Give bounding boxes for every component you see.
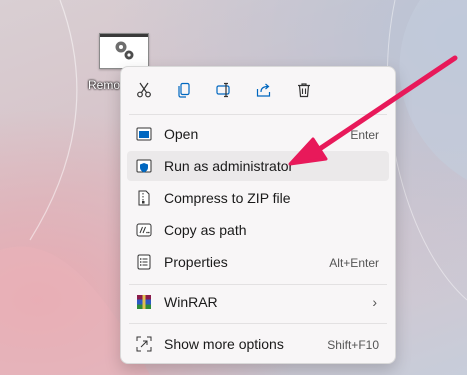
menu-item-shortcut: Shift+F10	[327, 338, 379, 352]
context-menu: Open Enter Run as administrator Compress…	[120, 66, 396, 364]
desktop-shortcut-label: Remo	[88, 78, 121, 92]
zip-icon	[138, 190, 150, 206]
menu-item-label: Compress to ZIP file	[164, 190, 291, 206]
menu-divider	[129, 323, 387, 324]
rename-icon[interactable]	[213, 79, 235, 101]
menu-item-show-more-options[interactable]: Show more options Shift+F10	[127, 329, 389, 359]
menu-item-winrar[interactable]: WinRAR ›	[127, 287, 389, 317]
copy-icon[interactable]	[173, 79, 195, 101]
menu-divider	[129, 114, 387, 115]
menu-item-label: Run as administrator	[164, 158, 294, 174]
menu-item-run-as-administrator[interactable]: Run as administrator	[127, 151, 389, 181]
chevron-right-icon: ›	[372, 294, 377, 310]
menu-item-label: Show more options	[164, 336, 284, 352]
menu-divider	[129, 284, 387, 285]
admin-shield-icon	[136, 159, 152, 173]
context-menu-toolbar	[121, 67, 395, 113]
menu-item-label: Properties	[164, 254, 228, 270]
menu-item-properties[interactable]: Properties Alt+Enter	[127, 247, 389, 277]
menu-item-compress-zip[interactable]: Compress to ZIP file	[127, 183, 389, 213]
winrar-icon	[137, 295, 151, 309]
properties-icon	[137, 254, 151, 270]
delete-icon[interactable]	[293, 79, 315, 101]
share-icon[interactable]	[253, 79, 275, 101]
desktop-shortcut-icon[interactable]	[99, 33, 149, 69]
path-icon	[136, 223, 152, 237]
menu-item-shortcut: Enter	[350, 128, 379, 142]
gear-icon	[115, 41, 134, 60]
menu-item-copy-as-path[interactable]: Copy as path	[127, 215, 389, 245]
menu-item-shortcut: Alt+Enter	[329, 256, 379, 270]
cut-icon[interactable]	[133, 79, 155, 101]
menu-item-label: WinRAR	[164, 294, 218, 310]
menu-item-label: Open	[164, 126, 199, 142]
menu-item-open[interactable]: Open Enter	[127, 119, 389, 149]
open-icon	[136, 127, 152, 141]
more-options-icon	[136, 336, 152, 352]
menu-item-label: Copy as path	[164, 222, 247, 238]
